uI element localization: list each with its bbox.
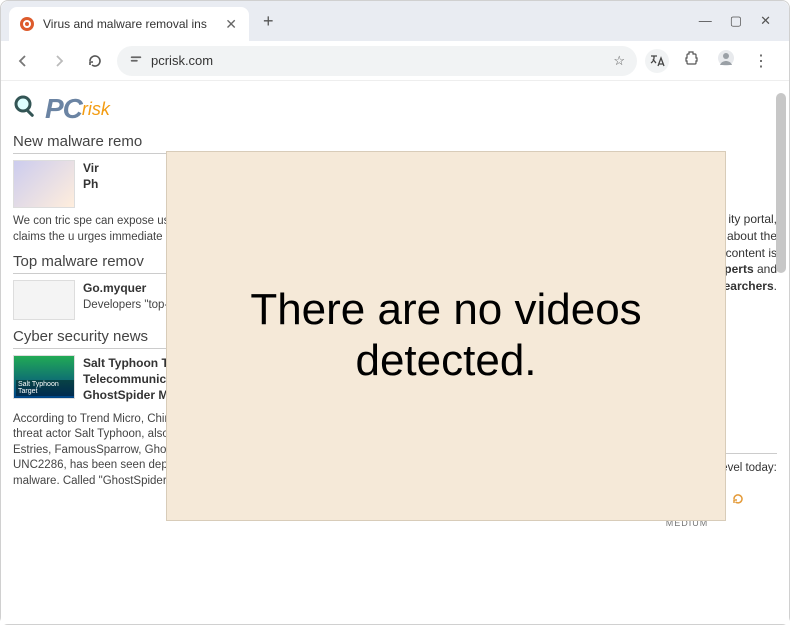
site-info-icon[interactable] bbox=[129, 52, 143, 69]
page-viewport: PCrisk New malware remo VirPh We con tri… bbox=[1, 81, 789, 624]
article-thumb bbox=[13, 355, 75, 399]
back-button[interactable] bbox=[9, 47, 37, 75]
scrollbar[interactable] bbox=[775, 81, 787, 624]
close-window-button[interactable]: ✕ bbox=[760, 13, 771, 29]
toolbar: pcrisk.com ☆ ⋮ bbox=[1, 41, 789, 81]
overlay-popup: There are no videos detected. bbox=[166, 151, 726, 521]
tab-favicon-icon bbox=[19, 16, 35, 32]
refresh-small-icon[interactable] bbox=[732, 489, 744, 509]
tab-title: Virus and malware removal ins bbox=[43, 17, 207, 31]
minimize-button[interactable]: — bbox=[699, 13, 712, 29]
url-text: pcrisk.com bbox=[151, 53, 213, 68]
address-bar[interactable]: pcrisk.com ☆ bbox=[117, 46, 637, 76]
menu-dots-icon[interactable]: ⋮ bbox=[749, 47, 773, 75]
forward-button[interactable] bbox=[45, 47, 73, 75]
titlebar: Virus and malware removal ins ✕ + — ▢ ✕ bbox=[1, 1, 789, 41]
browser-window: Virus and malware removal ins ✕ + — ▢ ✕ … bbox=[0, 0, 790, 625]
site-logo[interactable]: PCrisk bbox=[13, 93, 585, 125]
browser-tab[interactable]: Virus and malware removal ins ✕ bbox=[9, 7, 249, 41]
reload-button[interactable] bbox=[81, 47, 109, 75]
logo-risk: risk bbox=[82, 99, 110, 120]
window-controls: — ▢ ✕ bbox=[699, 13, 781, 29]
tab-close-icon[interactable]: ✕ bbox=[223, 14, 239, 35]
magnifier-icon bbox=[13, 94, 39, 125]
toolbar-right: ⋮ bbox=[645, 45, 781, 76]
maximize-button[interactable]: ▢ bbox=[730, 13, 742, 29]
article-thumb bbox=[13, 280, 75, 320]
bookmark-star-icon[interactable]: ☆ bbox=[613, 53, 625, 69]
translate-icon[interactable] bbox=[645, 49, 669, 73]
profile-avatar-icon[interactable] bbox=[713, 45, 739, 76]
article-thumb bbox=[13, 160, 75, 208]
overlay-message: There are no videos detected. bbox=[167, 285, 725, 386]
article-title: VirPh bbox=[83, 160, 99, 192]
scroll-thumb[interactable] bbox=[776, 93, 786, 273]
extensions-icon[interactable] bbox=[679, 46, 703, 75]
new-tab-button[interactable]: + bbox=[259, 7, 278, 36]
logo-pc: PC bbox=[45, 93, 82, 125]
